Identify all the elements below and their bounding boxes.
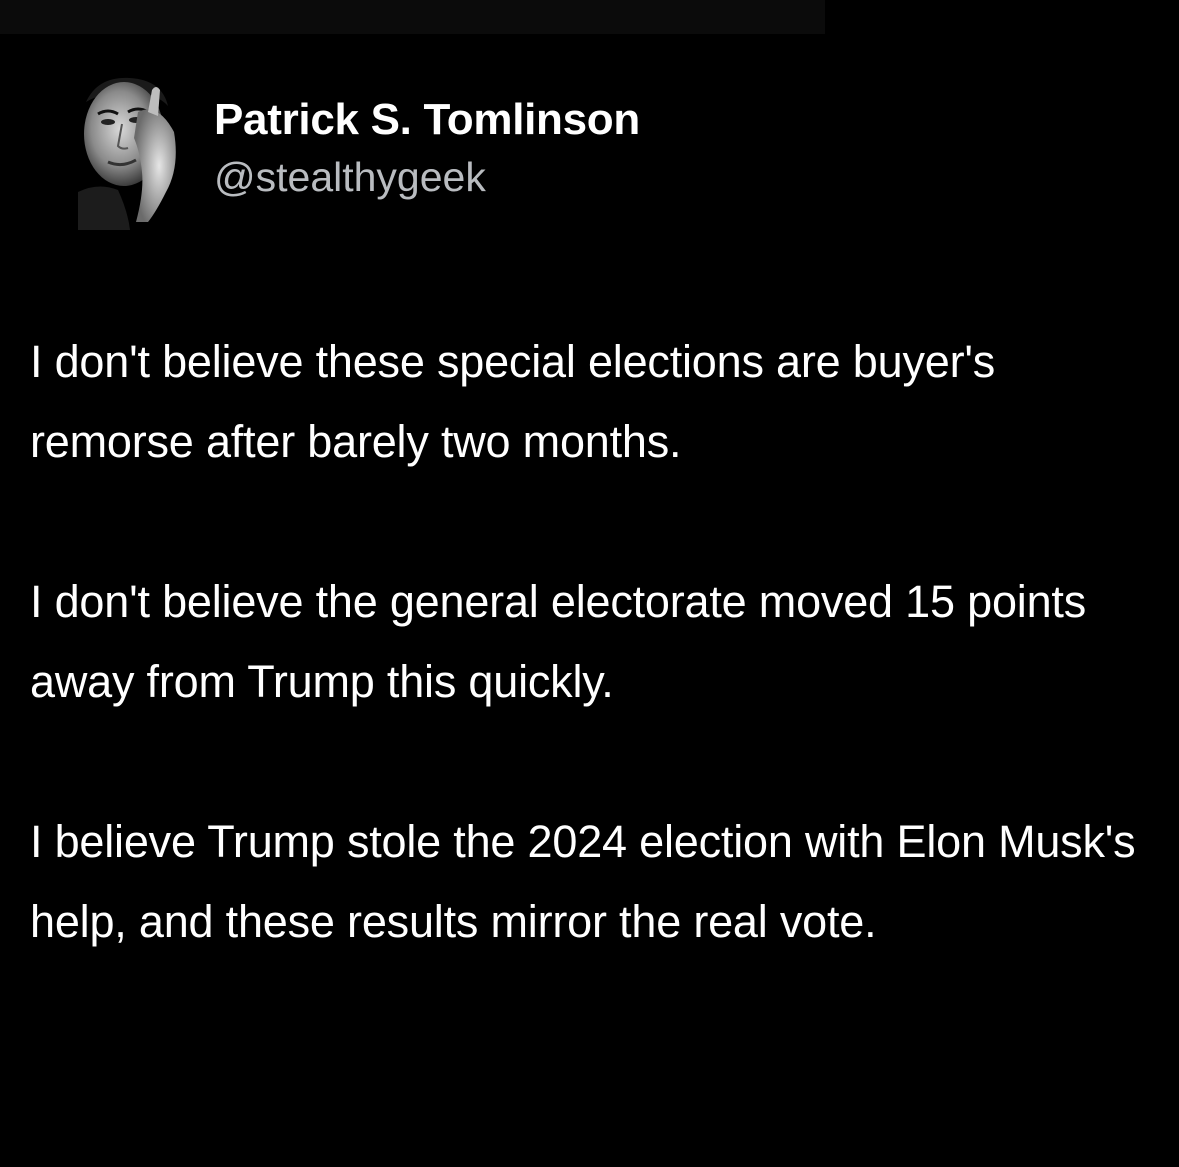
tweet-paragraph-3: I believe Trump stole the 2024 election … — [30, 816, 1136, 947]
avatar[interactable] — [78, 72, 182, 230]
tweet-header: Patrick S. Tomlinson @stealthygeek — [78, 72, 640, 230]
tweet-paragraph-1: I don't believe these special elections … — [30, 336, 996, 467]
tweet-paragraph-2: I don't believe the general electorate m… — [30, 576, 1086, 707]
top-bar-strip — [0, 0, 825, 34]
author-names: Patrick S. Tomlinson @stealthygeek — [214, 90, 640, 204]
avatar-photo-icon — [78, 72, 182, 230]
author-handle[interactable]: @stealthygeek — [214, 150, 640, 204]
tweet-text: I don't believe these special elections … — [30, 322, 1150, 962]
author-display-name[interactable]: Patrick S. Tomlinson — [214, 90, 640, 150]
